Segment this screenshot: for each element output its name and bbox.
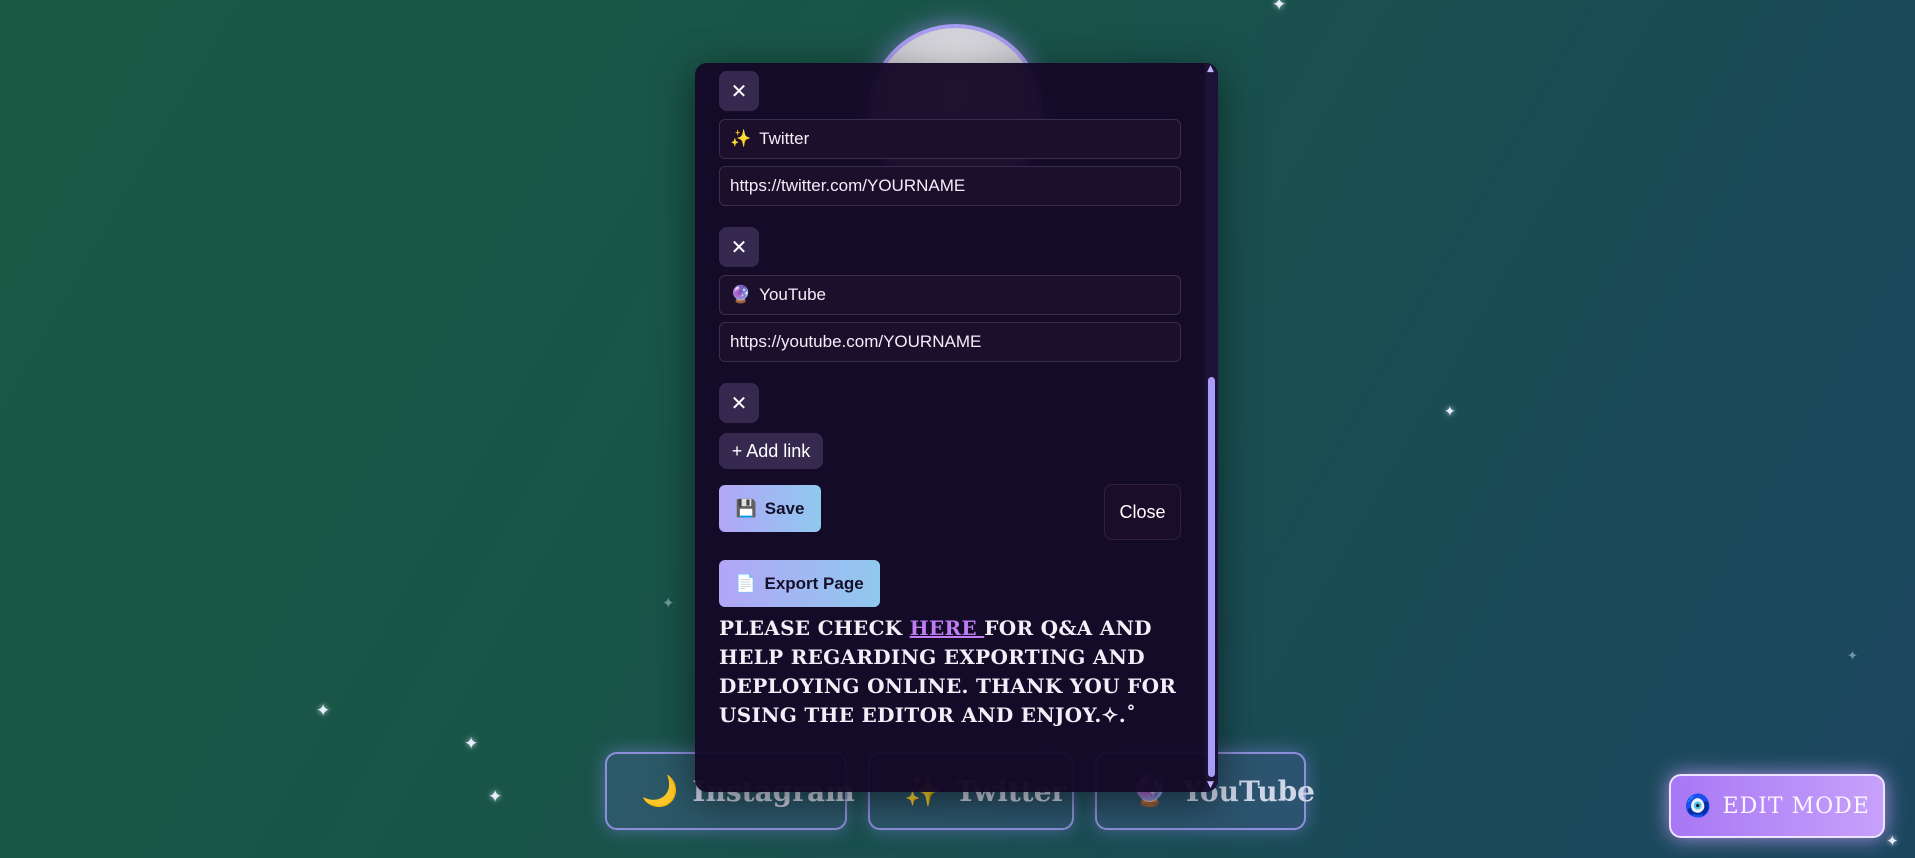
link-name-input[interactable]: ✨ Twitter (719, 119, 1181, 159)
sparkle-icon: ✦ (662, 594, 675, 612)
sparkle-icon: ✦ (464, 734, 479, 754)
link-url-value: https://twitter.com/YOURNAME (730, 176, 966, 195)
sparkle-icon: ✦ (316, 701, 331, 721)
scrollbar-thumb[interactable] (1208, 377, 1215, 777)
remove-link-button[interactable]: ✕ (719, 227, 759, 267)
crystal-ball-icon: 🔮 (730, 285, 752, 304)
link-url-input[interactable]: https://twitter.com/YOURNAME (719, 166, 1181, 206)
close-button[interactable]: Close (1104, 484, 1181, 540)
close-icon: ✕ (730, 79, 748, 103)
export-page-button[interactable]: 📄 Export Page (719, 560, 880, 607)
sparkle-icon: ✦ (1444, 404, 1456, 420)
edit-mode-label: EDIT MODE (1722, 793, 1870, 819)
link-name-input[interactable]: 🔮 YouTube (719, 275, 1181, 315)
link-name-value: YouTube (759, 285, 826, 304)
nazar-amulet-icon: 🧿 (1684, 793, 1713, 819)
remove-link-button[interactable]: ✕ (719, 71, 759, 111)
sparkle-icon: ✦ (488, 787, 503, 807)
floppy-disk-icon: 💾 (735, 498, 757, 518)
document-icon: 📄 (735, 573, 757, 593)
help-text-before: PLEASE CHECK (719, 616, 910, 640)
sparkles-icon: ✨ (730, 129, 752, 148)
editor-panel: ✕ ✨ Twitter https://twitter.com/YOURNAME… (695, 63, 1218, 792)
add-link-button[interactable]: + Add link (719, 433, 823, 469)
link-url-input[interactable]: https://youtube.com/YOURNAME (719, 322, 1181, 362)
scroll-up-icon[interactable]: ▲ (1207, 65, 1216, 74)
moon-icon: 🌙 (641, 773, 679, 809)
link-name-value: Twitter (759, 129, 810, 148)
remove-link-button[interactable]: ✕ (719, 383, 759, 423)
scroll-down-icon[interactable]: ▼ (1207, 781, 1216, 790)
edit-mode-button[interactable]: 🧿 EDIT MODE (1669, 774, 1885, 838)
save-button[interactable]: 💾 Save (719, 485, 821, 532)
help-message: PLEASE CHECK HERE FOR Q&A AND HELP REGAR… (719, 614, 1179, 730)
close-icon: ✕ (730, 391, 748, 415)
link-url-value: https://youtube.com/YOURNAME (730, 332, 982, 351)
scrollbar[interactable]: ▲ ▼ (1205, 63, 1218, 792)
close-icon: ✕ (730, 235, 748, 259)
export-label: Export Page (764, 573, 864, 593)
sparkle-icon: ✦ (1272, 0, 1287, 15)
sparkle-icon: ✦ (1847, 649, 1858, 664)
save-label: Save (764, 498, 805, 518)
help-link[interactable]: HERE (910, 616, 984, 640)
sparkle-icon: ✦ (1886, 832, 1899, 850)
